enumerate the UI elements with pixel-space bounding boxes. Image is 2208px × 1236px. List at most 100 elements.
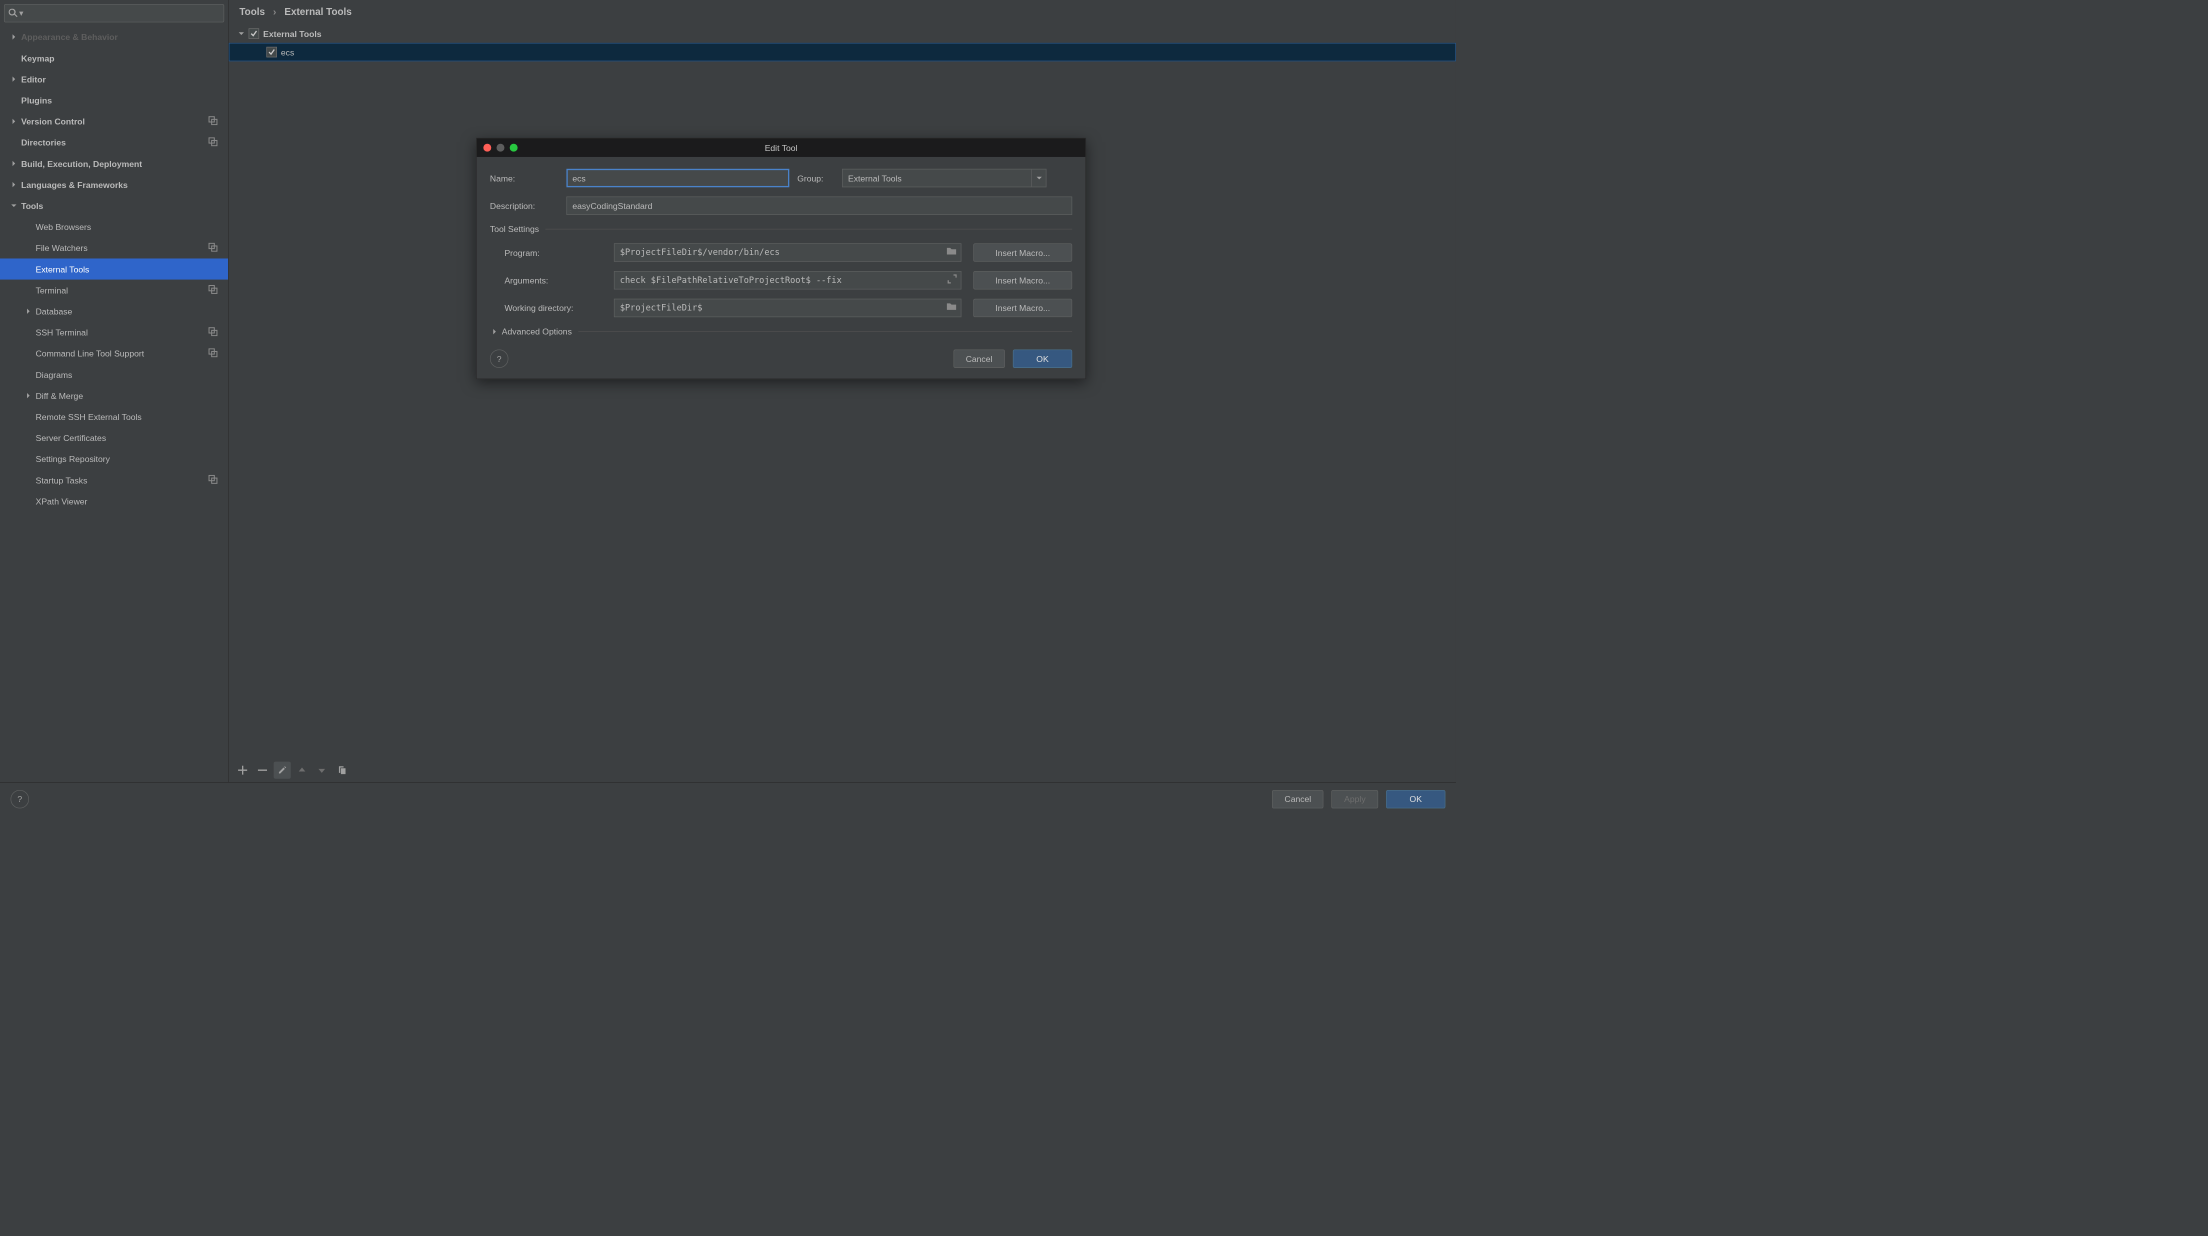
sidebar-item[interactable]: Diagrams	[0, 364, 228, 385]
tree-arrow-spacer	[24, 328, 33, 337]
workdir-field[interactable]: $ProjectFileDir$	[614, 299, 962, 317]
sidebar-item[interactable]: Startup Tasks	[0, 469, 228, 490]
search-input[interactable]: ▾	[4, 4, 224, 22]
dialog-titlebar[interactable]: Edit Tool	[477, 138, 1086, 156]
chevron-right-icon	[9, 75, 18, 84]
sidebar-item-label: Plugins	[21, 95, 221, 105]
sidebar-item[interactable]: File Watchers	[0, 237, 228, 258]
tree-arrow-spacer	[24, 264, 33, 273]
settings-content: Tools › External Tools External Tools ec…	[229, 0, 1456, 782]
chevron-right-icon	[9, 32, 18, 41]
sidebar-item[interactable]: Command Line Tool Support	[0, 343, 228, 364]
edit-tool-dialog: Edit Tool Name: Group: External Tools	[476, 138, 1086, 379]
sidebar-item-label: Remote SSH External Tools	[36, 412, 222, 422]
move-up-button[interactable]	[293, 762, 310, 779]
workdir-label: Working directory:	[504, 303, 602, 313]
window-minimize-icon	[497, 144, 505, 152]
sidebar-item[interactable]: Diff & Merge	[0, 385, 228, 406]
project-settings-icon	[208, 348, 217, 359]
tool-label: ecs	[281, 47, 294, 57]
tool-checkbox[interactable]	[266, 47, 277, 58]
sidebar-item[interactable]: Directories	[0, 132, 228, 153]
sidebar-item[interactable]: Editor	[0, 69, 228, 90]
sidebar-item-label: Languages & Frameworks	[21, 180, 221, 190]
dialog-title: Edit Tool	[765, 143, 798, 153]
sidebar-item[interactable]: Settings Repository	[0, 448, 228, 469]
copy-button[interactable]	[333, 762, 350, 779]
search-dropdown-caret: ▾	[19, 8, 23, 19]
name-field[interactable]	[566, 169, 789, 187]
breadcrumb-child: External Tools	[284, 7, 351, 18]
remove-button[interactable]	[254, 762, 271, 779]
sidebar-item[interactable]: XPath Viewer	[0, 491, 228, 512]
sidebar-item[interactable]: Remote SSH External Tools	[0, 406, 228, 427]
arguments-insert-macro-button[interactable]: Insert Macro...	[973, 271, 1072, 289]
edit-button[interactable]	[274, 762, 291, 779]
sidebar-item-label: Tools	[21, 201, 221, 211]
settings-sidebar: ▾ Appearance & Behavior Keymap Editor Plugi…	[0, 0, 229, 782]
sidebar-item[interactable]: External Tools	[0, 258, 228, 279]
sidebar-item[interactable]: Web Browsers	[0, 216, 228, 237]
group-checkbox[interactable]	[249, 28, 260, 39]
breadcrumb-parent[interactable]: Tools	[239, 7, 265, 18]
chevron-right-icon	[490, 327, 499, 336]
sidebar-item[interactable]: Database	[0, 301, 228, 322]
folder-icon[interactable]	[946, 301, 957, 314]
sidebar-item[interactable]: Version Control	[0, 111, 228, 132]
sidebar-item-label: Diff & Merge	[36, 391, 222, 401]
help-button[interactable]: ?	[11, 790, 29, 808]
project-settings-icon	[208, 474, 217, 485]
sidebar-item[interactable]: Plugins	[0, 90, 228, 111]
folder-icon[interactable]	[946, 246, 957, 259]
sidebar-item[interactable]: Server Certificates	[0, 427, 228, 448]
move-down-button[interactable]	[313, 762, 330, 779]
tree-arrow-spacer	[24, 475, 33, 484]
chevron-right-icon	[24, 307, 33, 316]
help-button[interactable]: ?	[490, 349, 508, 367]
project-settings-icon	[208, 116, 217, 127]
sidebar-item-label: Directories	[21, 137, 208, 147]
ok-button[interactable]: OK	[1386, 790, 1445, 808]
sidebar-item[interactable]: Tools	[0, 195, 228, 216]
sidebar-item-label: SSH Terminal	[36, 327, 209, 337]
tree-arrow-spacer	[24, 433, 33, 442]
window-close-icon[interactable]	[483, 144, 491, 152]
sidebar-item[interactable]: Keymap	[0, 47, 228, 68]
dialog-ok-button[interactable]: OK	[1013, 349, 1072, 367]
sidebar-item[interactable]: SSH Terminal	[0, 322, 228, 343]
sidebar-item-label: Server Certificates	[36, 433, 222, 443]
program-field[interactable]: $ProjectFileDir$/vendor/bin/ecs	[614, 243, 962, 261]
dialog-cancel-button[interactable]: Cancel	[953, 349, 1005, 367]
expand-icon[interactable]	[948, 274, 957, 286]
sidebar-item[interactable]: Terminal	[0, 280, 228, 301]
project-settings-icon	[208, 327, 217, 338]
breadcrumb: Tools › External Tools	[229, 0, 1456, 24]
cancel-button[interactable]: Cancel	[1272, 790, 1324, 808]
sidebar-item[interactable]: Appearance & Behavior	[0, 26, 228, 47]
group-label: Group:	[797, 173, 834, 183]
tree-arrow-spacer	[9, 138, 18, 147]
sidebar-item-label: Keymap	[21, 53, 221, 63]
sidebar-item[interactable]: Languages & Frameworks	[0, 174, 228, 195]
sidebar-item[interactable]: Build, Execution, Deployment	[0, 153, 228, 174]
sidebar-item-label: XPath Viewer	[36, 496, 222, 506]
tree-arrow-spacer	[24, 497, 33, 506]
tool-settings-section-label: Tool Settings	[490, 224, 539, 234]
workdir-insert-macro-button[interactable]: Insert Macro...	[973, 299, 1072, 317]
sidebar-item-label: External Tools	[36, 264, 222, 274]
description-field[interactable]	[566, 197, 1072, 215]
sidebar-item-label: Build, Execution, Deployment	[21, 159, 221, 169]
window-zoom-icon[interactable]	[510, 144, 518, 152]
tool-row-ecs[interactable]: ecs	[229, 43, 1456, 61]
sidebar-item-label: Web Browsers	[36, 222, 222, 232]
tools-group-row[interactable]: External Tools	[229, 24, 1456, 42]
arguments-field[interactable]: check $FilePathRelativeToProjectRoot$ --…	[614, 271, 962, 289]
breadcrumb-separator: ›	[273, 7, 276, 18]
group-select[interactable]: External Tools	[842, 169, 1046, 187]
add-button[interactable]	[234, 762, 251, 779]
sidebar-item-label: Startup Tasks	[36, 475, 209, 485]
name-label: Name:	[490, 173, 559, 183]
program-insert-macro-button[interactable]: Insert Macro...	[973, 243, 1072, 261]
advanced-options-toggle[interactable]: Advanced Options	[490, 326, 1072, 336]
sidebar-item-label: Database	[36, 306, 222, 316]
